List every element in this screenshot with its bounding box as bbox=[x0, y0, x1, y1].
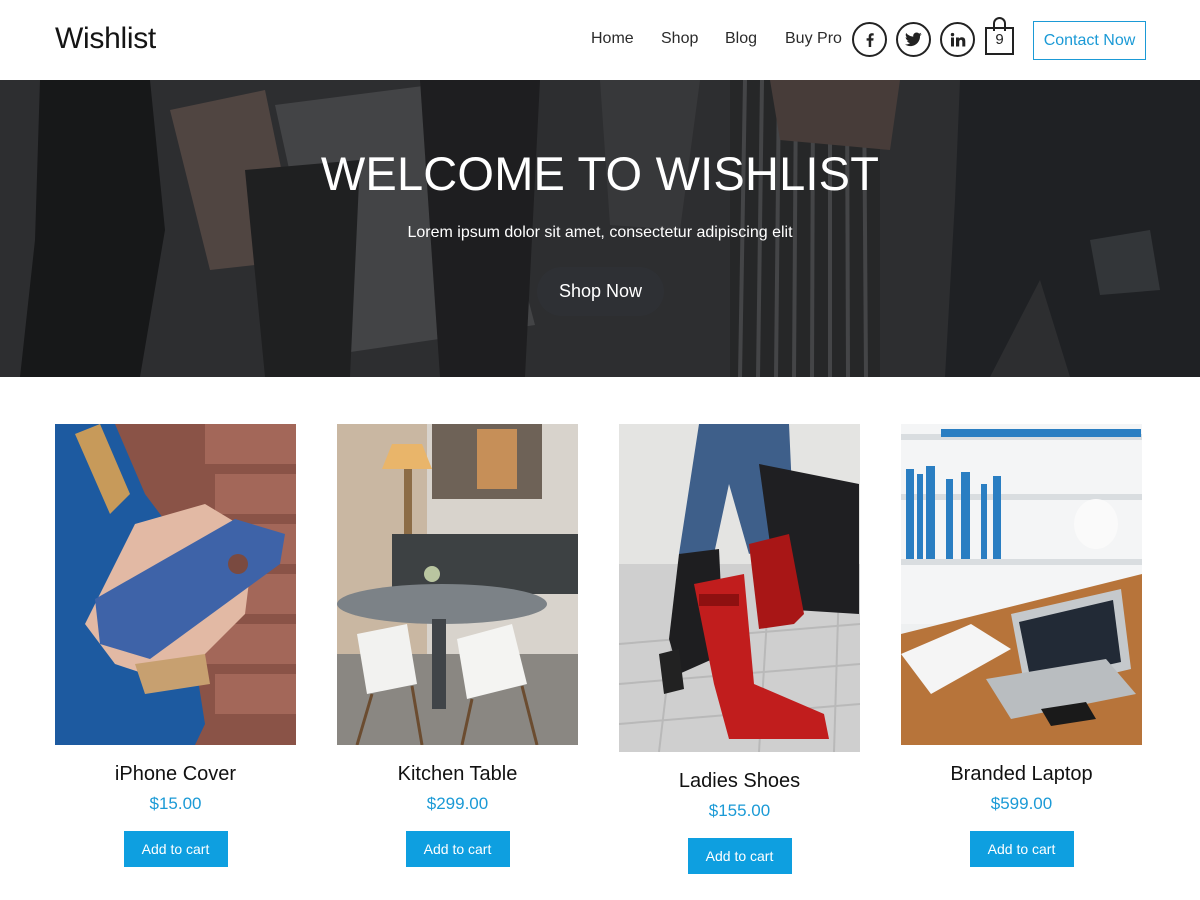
product-name[interactable]: Kitchen Table bbox=[337, 763, 578, 786]
facebook-icon[interactable] bbox=[852, 22, 887, 57]
product-price: $599.00 bbox=[990, 794, 1053, 813]
product-card: Kitchen Table $299.00 Add to cart bbox=[337, 424, 578, 867]
add-to-cart-button[interactable]: Add to cart bbox=[405, 831, 510, 867]
product-card: iPhone Cover $15.00 Add to cart bbox=[55, 424, 296, 867]
cart-count: 9 bbox=[995, 31, 1004, 48]
product-image-iphone-cover[interactable] bbox=[55, 424, 296, 745]
add-to-cart-button[interactable]: Add to cart bbox=[969, 831, 1074, 867]
product-price: $15.00 bbox=[149, 794, 202, 813]
hero-subtitle: Lorem ipsum dolor sit amet, consectetur … bbox=[407, 224, 793, 241]
nav-buy-pro[interactable]: Buy Pro bbox=[785, 30, 842, 48]
hero-title: WELCOME TO WISHLIST bbox=[320, 147, 880, 200]
product-price: $155.00 bbox=[708, 801, 771, 820]
nav-home[interactable]: Home bbox=[591, 30, 634, 48]
linkedin-icon[interactable] bbox=[940, 22, 975, 57]
product-image-kitchen-table[interactable] bbox=[337, 424, 578, 745]
hero-banner: WELCOME TO WISHLIST Lorem ipsum dolor si… bbox=[0, 80, 1200, 377]
twitter-icon[interactable] bbox=[896, 22, 931, 57]
nav-blog[interactable]: Blog bbox=[725, 30, 757, 48]
add-to-cart-button[interactable]: Add to cart bbox=[123, 831, 228, 867]
shop-now-button[interactable]: Shop Now bbox=[537, 267, 664, 316]
product-image-ladies-shoes[interactable] bbox=[619, 424, 860, 752]
product-name[interactable]: Ladies Shoes bbox=[619, 770, 860, 793]
product-card: Ladies Shoes $155.00 Add to cart bbox=[619, 424, 860, 874]
product-price: $299.00 bbox=[426, 794, 489, 813]
cart-icon[interactable]: 9 bbox=[985, 17, 1014, 55]
add-to-cart-button[interactable]: Add to cart bbox=[687, 838, 792, 874]
product-image-branded-laptop[interactable] bbox=[901, 424, 1142, 745]
site-header: Wishlist Home Shop Blog Buy Pro 9 Contac… bbox=[0, 0, 1200, 80]
site-title[interactable]: Wishlist bbox=[55, 22, 156, 56]
nav-shop[interactable]: Shop bbox=[661, 30, 698, 48]
product-name[interactable]: iPhone Cover bbox=[55, 763, 296, 786]
contact-now-button[interactable]: Contact Now bbox=[1033, 21, 1146, 60]
product-name[interactable]: Branded Laptop bbox=[901, 763, 1142, 786]
product-card: Branded Laptop $599.00 Add to cart bbox=[901, 424, 1142, 867]
